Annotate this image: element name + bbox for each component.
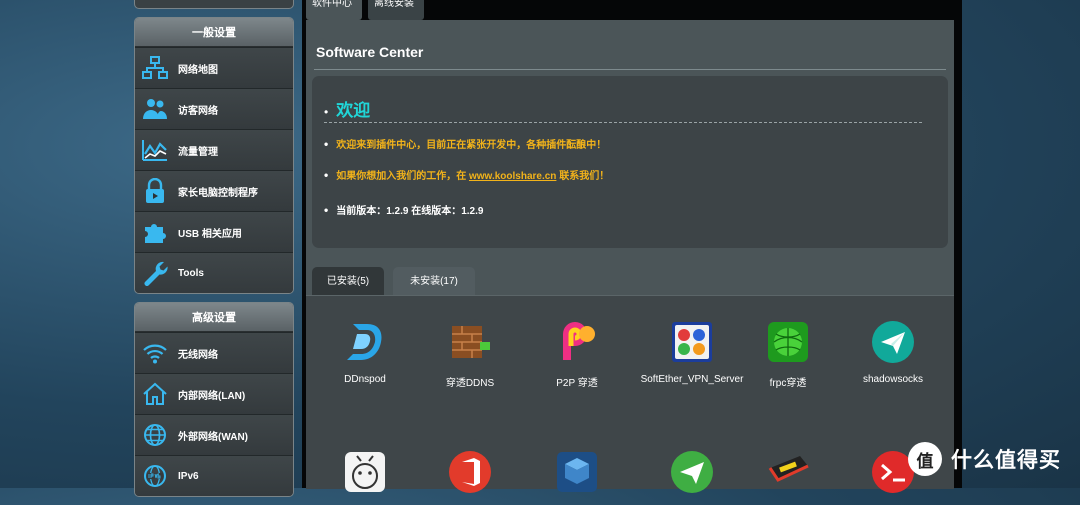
advanced-settings-header: 高级设置	[135, 303, 293, 332]
welcome-line-join: • 如果你想加入我们的工作，在 www.koolshare.cn 联系我们！	[324, 167, 609, 182]
app-p2p[interactable]: P2P 穿透	[522, 320, 632, 389]
sidebar-item-label: 网络地图	[178, 64, 218, 76]
sidebar-item-label: 无线网络	[178, 349, 218, 361]
general-settings-group: 一般设置 网络地图 访客网络 流量管理 家长电脑控制程序 USB 相关应用 To…	[134, 17, 294, 294]
ram-icon	[768, 456, 809, 482]
app-row2-1[interactable]	[310, 450, 420, 494]
app-ddnspod[interactable]: DDnspod	[310, 320, 420, 385]
sidebar-item-label: 流量管理	[178, 146, 218, 158]
globe-icon	[142, 422, 168, 448]
bullet-icon: •	[324, 105, 329, 119]
sidebar-item-traffic[interactable]: 流量管理	[135, 129, 293, 170]
softether-icon	[672, 322, 712, 362]
welcome-line-text: 如果你想加入我们的工作，在	[336, 171, 467, 182]
watermark-text: 什么值得买	[951, 449, 1061, 472]
sidebar-item-ipv6[interactable]: IPv6	[135, 455, 293, 496]
welcome-line-version: • 当前版本：1.2.9 在线版本：1.2.9	[324, 202, 483, 217]
box-icon	[557, 452, 597, 492]
watermark-badge: 值	[908, 442, 942, 476]
welcome-line-dev: • 欢迎来到插件中心，目前正在紧张开发中，各种插件酝酿中！	[324, 136, 606, 151]
welcome-heading: • 欢迎	[324, 96, 922, 123]
smiley-icon	[345, 452, 385, 492]
sidebar-item-usb[interactable]: USB 相关应用	[135, 211, 293, 252]
app-penetrate-ddns[interactable]: 穿透DDNS	[415, 320, 525, 389]
plugin-grid: DDnspod 穿透DDNS P2P 穿透 SoftEther_VPN_Serv…	[306, 295, 954, 493]
ipv6-globe-icon	[142, 463, 168, 489]
app-name: DDnspod	[344, 374, 386, 385]
sidebar-item-parental-control[interactable]: 家长电脑控制程序	[135, 170, 293, 211]
network-map-icon	[142, 55, 168, 81]
sidebar: 一般设置 网络地图 访客网络 流量管理 家长电脑控制程序 USB 相关应用 To…	[134, 0, 294, 505]
watermark: 值 什么值得买	[908, 442, 1061, 476]
tab-installed[interactable]: 已安装(5)	[312, 267, 384, 295]
sidebar-item-tools[interactable]: Tools	[135, 252, 293, 293]
sidebar-item-wireless[interactable]: 无线网络	[135, 332, 293, 373]
ddnspod-icon	[347, 324, 382, 360]
app-name: frpc穿透	[769, 378, 807, 389]
sidebar-item-label: USB 相关应用	[178, 228, 242, 240]
app-name: P2P 穿透	[556, 378, 598, 389]
app-shadowsocks[interactable]: shadowsocks	[838, 320, 948, 385]
puzzle-icon	[142, 219, 168, 245]
traffic-chart-icon	[142, 137, 168, 163]
bullet-icon: •	[324, 168, 329, 182]
wrench-icon	[142, 260, 168, 286]
sidebar-item-guest-network[interactable]: 访客网络	[135, 88, 293, 129]
app-name: 穿透DDNS	[445, 378, 495, 389]
advanced-settings-group: 高级设置 无线网络 内部网络(LAN) 外部网络(WAN) IPv6	[134, 302, 294, 497]
brick-wall-icon	[452, 326, 490, 358]
version-text: 当前版本：1.2.9 在线版本：1.2.9	[336, 206, 484, 217]
tab-offline-install[interactable]: 离线安装	[368, 0, 424, 20]
sidebar-item-lan[interactable]: 内部网络(LAN)	[135, 373, 293, 414]
welcome-line-text: 联系我们！	[559, 171, 610, 182]
sidebar-item-wan[interactable]: 外部网络(WAN)	[135, 414, 293, 455]
sidebar-item-label: 家长电脑控制程序	[178, 187, 258, 199]
app-name: shadowsocks	[862, 374, 924, 385]
guest-users-icon	[142, 96, 168, 122]
home-icon	[142, 381, 168, 407]
tab-software-center[interactable]: 软件中心	[306, 0, 362, 20]
office-icon	[449, 451, 491, 493]
app-frpc[interactable]: frpc穿透	[733, 320, 843, 389]
app-row2-3[interactable]	[522, 450, 632, 494]
welcome-title: 欢迎	[336, 101, 371, 120]
sidebar-item-label: 外部网络(WAN)	[178, 431, 248, 443]
sidebar-item-label: 内部网络(LAN)	[178, 390, 246, 402]
wifi-icon	[142, 340, 168, 366]
app-row2-5[interactable]	[733, 450, 843, 494]
bullet-icon: •	[324, 203, 329, 217]
bullet-icon: •	[324, 137, 329, 151]
frpc-icon	[768, 322, 808, 362]
paper-plane-icon	[872, 321, 914, 363]
welcome-line-text: 欢迎来到插件中心，目前正在紧张开发中，各种插件酝酿中！	[336, 140, 607, 151]
general-settings-header: 一般设置	[135, 18, 293, 47]
sidebar-item-network-map[interactable]: 网络地图	[135, 47, 293, 88]
lock-icon	[142, 178, 168, 204]
sidebar-item-label: IPv6	[178, 470, 199, 482]
app-row2-2[interactable]	[415, 450, 525, 494]
tab-available[interactable]: 未安装(17)	[393, 267, 475, 295]
title-divider	[314, 69, 946, 70]
sidebar-item-label: 访客网络	[178, 105, 218, 117]
koolshare-link[interactable]: www.koolshare.cn	[469, 171, 556, 182]
page-title: Software Center	[316, 44, 424, 60]
welcome-box: • 欢迎 • 欢迎来到插件中心，目前正在紧张开发中，各种插件酝酿中！ • 如果你想加入…	[312, 76, 948, 248]
sidebar-item-label: Tools	[178, 267, 204, 279]
software-center-panel: Software Center • 欢迎 • 欢迎来到插件中心，目前正在紧张开发中，…	[306, 20, 954, 493]
paper-plane-green-icon	[671, 451, 713, 493]
p2p-icon	[563, 322, 595, 360]
sidebar-top-group	[134, 0, 294, 9]
